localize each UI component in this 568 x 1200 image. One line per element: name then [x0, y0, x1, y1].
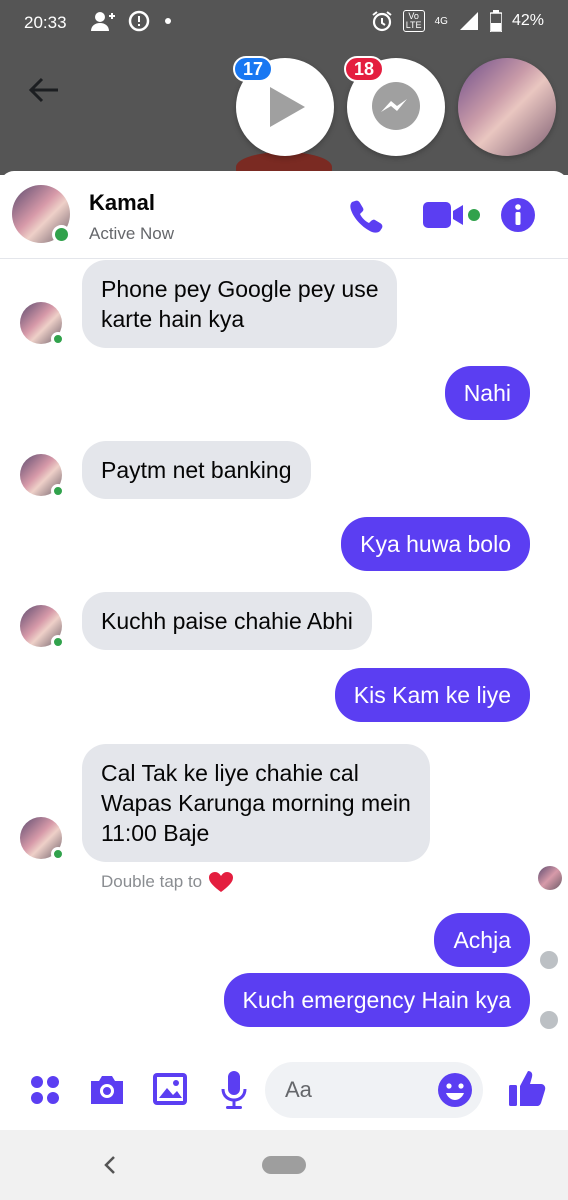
sent-check-icon [540, 1011, 558, 1029]
alarm-icon [372, 11, 392, 32]
nav-back-icon[interactable] [96, 1150, 124, 1180]
volte-icon: Vo LTE [402, 10, 425, 32]
sender-avatar[interactable] [20, 302, 65, 346]
sent-check-icon [540, 951, 558, 969]
contact-status: Active Now [89, 224, 175, 243]
add-person-icon [91, 12, 115, 31]
chat-header [0, 171, 568, 259]
dot-icon [165, 18, 171, 24]
message-outgoing[interactable]: Kis Kam ke liye [334, 668, 530, 722]
chat-head-badge-blue: 17 [233, 56, 274, 82]
status-time: 20:33 [24, 13, 67, 32]
thumbs-up-icon[interactable] [508, 1068, 546, 1108]
double-tap-label: Double tap to [101, 872, 203, 891]
messenger-icon [372, 82, 420, 130]
message-incoming[interactable]: Kuchh paise chahie Abhi [82, 592, 372, 650]
heart-icon [209, 872, 234, 892]
messenger-notification-icon [128, 10, 150, 32]
sender-avatar[interactable] [20, 605, 65, 649]
message-outgoing[interactable]: Kuch emergency Hain kya [223, 973, 530, 1027]
message-outgoing[interactable]: Kya huwa bolo [341, 517, 530, 571]
message-incoming[interactable]: Phone pey Google pey use karte hain kya [82, 260, 398, 348]
battery-percent: 42% [511, 12, 544, 29]
play-icon [270, 87, 305, 127]
emoji-icon[interactable] [437, 1072, 473, 1108]
seen-avatar [538, 866, 562, 890]
back-arrow-icon[interactable] [28, 76, 60, 104]
double-tap-hint: Double tap to [101, 871, 234, 893]
contact-name[interactable]: Kamal [89, 190, 155, 216]
more-options-icon[interactable] [29, 1074, 61, 1106]
camera-icon[interactable] [88, 1072, 126, 1106]
message-outgoing[interactable]: Achja [434, 913, 530, 967]
message-input-placeholder: Aa [285, 1077, 312, 1102]
status-bar: 20:33 Vo LTE 4G 42% [0, 0, 568, 46]
chat-head-avatar[interactable] [458, 58, 556, 156]
info-icon[interactable] [500, 197, 536, 233]
video-call-icon[interactable] [423, 200, 481, 230]
microphone-icon[interactable] [220, 1070, 248, 1110]
message-outgoing[interactable]: Nahi [444, 366, 530, 420]
sender-avatar[interactable] [20, 454, 65, 498]
online-indicator [52, 225, 71, 244]
gallery-icon[interactable] [152, 1072, 188, 1106]
sender-avatar[interactable] [20, 817, 65, 861]
message-incoming[interactable]: Paytm net banking [82, 441, 311, 499]
nav-home-pill[interactable] [262, 1156, 306, 1174]
phone-call-icon[interactable] [348, 198, 384, 234]
signal-icon [459, 12, 478, 30]
network-label: 4G [434, 15, 448, 27]
chat-head-badge-red: 18 [344, 56, 385, 82]
message-incoming[interactable]: Cal Tak ke liye chahie cal Wapas Karunga… [82, 744, 430, 862]
battery-icon [489, 10, 502, 32]
